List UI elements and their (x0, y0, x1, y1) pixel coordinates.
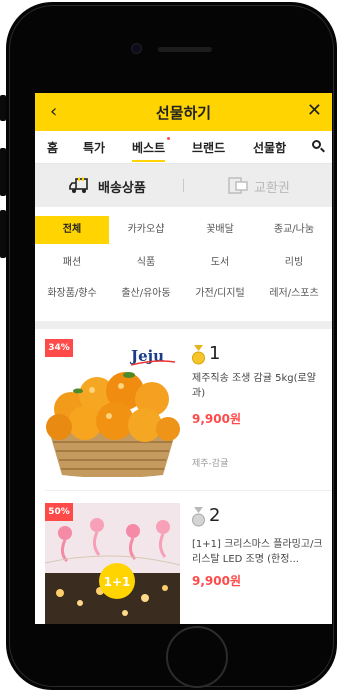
tab-special[interactable]: 특가 (83, 139, 105, 156)
delivery-type-switch: 배송상품 교환권 (35, 164, 332, 207)
segment-voucher[interactable]: 교환권 (254, 177, 290, 196)
product-tag[interactable]: 제주-감귤 (192, 456, 228, 469)
earpiece-speaker (158, 47, 212, 52)
segment-delivery[interactable]: 배송상품 (98, 177, 146, 196)
discount-badge: 50% (45, 503, 73, 521)
page-title: 선물하기 (155, 104, 212, 122)
app-header: ‹ 선물하기 ✕ (35, 93, 332, 131)
volume-down-button (0, 210, 6, 258)
rank-number: 1 (209, 343, 221, 364)
new-dot-icon (167, 137, 171, 140)
tab-best[interactable]: 베스트 (132, 137, 171, 162)
category-cosmetics[interactable]: 화장품/향수 (35, 280, 109, 308)
promo-sticker: 1+1 (104, 575, 131, 589)
tangerine-basket-image: Jeju (45, 339, 180, 477)
mute-switch (0, 95, 6, 121)
category-all[interactable]: 전체 (35, 216, 109, 244)
section-gap (35, 321, 332, 329)
app-screen: ‹ 선물하기 ✕ 홈 특가 베스트 브랜드 선물함 배송상품 교환권 전체 카카… (35, 93, 332, 624)
product-name[interactable]: 제주직송 조생 감귤 5kg(로얄과) (192, 371, 324, 401)
silver-medal-icon (192, 507, 205, 527)
volume-up-button (0, 148, 6, 196)
product-price: 9,900원 (192, 412, 241, 426)
gold-medal-icon (192, 345, 205, 365)
category-flower[interactable]: 꽃배달 (183, 216, 257, 244)
category-religion[interactable]: 종교/나눔 (257, 216, 331, 244)
category-living[interactable]: 리빙 (257, 249, 331, 277)
product-card[interactable]: 1+1 50% 2 [1+1] 크리스마스 플라밍고/크리스탈 LED 조명 (… (35, 491, 332, 624)
category-books[interactable]: 도서 (183, 249, 257, 277)
front-camera (132, 44, 141, 53)
product-card[interactable]: Jeju 34% 1 제주직송 조생 감귤 5kg(로얄과) 9,900원 제주… (35, 329, 332, 489)
product-image[interactable]: 1+1 50% (45, 503, 180, 624)
category-kakaoshop[interactable]: 카카오샵 (109, 216, 183, 244)
category-fashion[interactable]: 패션 (35, 249, 109, 277)
home-button[interactable] (166, 626, 228, 688)
truck-icon (69, 177, 88, 193)
tab-bar: 홈 특가 베스트 브랜드 선물함 (35, 131, 332, 164)
segment-divider (183, 179, 184, 192)
product-price: 9,900원 (192, 574, 241, 588)
category-electronics[interactable]: 가전/디지털 (183, 280, 257, 308)
category-food[interactable]: 식품 (109, 249, 183, 277)
tab-giftbox[interactable]: 선물함 (253, 139, 286, 156)
product-name[interactable]: [1+1] 크리스마스 플라밍고/크리스탈 LED 조명 (한정... (192, 537, 324, 567)
tab-best-label: 베스트 (132, 141, 166, 155)
category-sports[interactable]: 레저/스포츠 (257, 280, 331, 308)
tab-brand[interactable]: 브랜드 (192, 139, 225, 156)
coupon-icon (228, 177, 248, 194)
search-icon[interactable] (312, 140, 325, 153)
category-baby[interactable]: 출산/유아동 (109, 280, 183, 308)
flamingo-lights-image: 1+1 (45, 503, 180, 624)
close-icon[interactable]: ✕ (307, 100, 322, 121)
rank-number: 2 (209, 505, 221, 526)
tab-home[interactable]: 홈 (47, 139, 58, 156)
discount-badge: 34% (45, 339, 73, 357)
product-image[interactable]: Jeju 34% (45, 339, 180, 477)
